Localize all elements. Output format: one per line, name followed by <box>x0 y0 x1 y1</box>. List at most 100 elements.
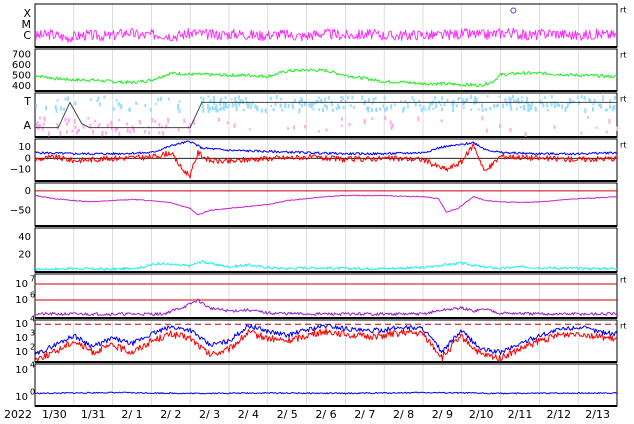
direction-dot <box>361 95 364 101</box>
direction-dot <box>177 103 180 109</box>
direction-dot <box>304 124 307 129</box>
direction-dot <box>98 102 101 107</box>
direction-dot <box>583 95 586 101</box>
direction-dot <box>74 125 77 129</box>
direction-dot <box>372 98 375 102</box>
direction-dot <box>440 107 443 111</box>
direction-dot <box>520 99 523 104</box>
direction-dot <box>91 129 94 135</box>
y-tick-label: 10 <box>15 333 28 344</box>
direction-dot <box>135 101 138 105</box>
direction-dot <box>340 124 343 127</box>
direction-dot <box>202 108 205 113</box>
direction-dot <box>326 104 329 110</box>
direction-dot <box>498 95 501 98</box>
direction-dot <box>406 102 409 105</box>
direction-dot <box>74 101 77 106</box>
x-tick-label: 2/ 6 <box>315 408 336 421</box>
direction-dot <box>287 127 290 130</box>
direction-dot <box>231 102 234 108</box>
direction-dot <box>509 102 512 107</box>
panel-proton_flux <box>34 273 618 319</box>
x-tick-label: 1/30 <box>42 408 67 421</box>
direction-dot <box>616 126 619 131</box>
direction-dot <box>230 98 233 101</box>
direction-dot <box>202 97 205 102</box>
direction-dot <box>101 131 104 137</box>
direction-dot <box>54 104 57 110</box>
imf-bt-line <box>34 140 618 156</box>
direction-dot <box>73 118 76 124</box>
direction-dot <box>608 118 611 124</box>
direction-dot <box>218 117 221 122</box>
panel-xray <box>34 3 618 48</box>
y-tick-label: 10 <box>15 319 28 330</box>
direction-dot <box>323 103 326 108</box>
y-tick-exponent: 6 <box>30 291 35 300</box>
direction-dot <box>56 123 59 127</box>
direction-dot <box>45 105 48 111</box>
direction-dot <box>614 95 617 100</box>
y-tick-label: −10 <box>10 165 31 176</box>
direction-dot <box>148 131 151 135</box>
direction-dot <box>89 98 92 101</box>
direction-dot <box>177 128 180 132</box>
direction-dot <box>154 119 157 123</box>
right-tag: rt <box>620 95 626 104</box>
direction-dot <box>238 95 241 100</box>
direction-dot <box>580 95 583 99</box>
direction-dot <box>78 128 81 133</box>
direction-dot <box>126 128 129 133</box>
direction-dot <box>370 107 373 113</box>
direction-dot <box>149 107 152 112</box>
direction-dot <box>300 97 303 102</box>
direction-dot <box>451 107 454 112</box>
y-tick-label: 10 <box>15 365 28 376</box>
direction-dot <box>59 130 62 135</box>
direction-dot <box>340 96 343 99</box>
proton-density-line <box>34 260 618 271</box>
direction-dot <box>269 96 272 101</box>
direction-dot <box>470 108 473 111</box>
direction-dot <box>224 96 227 100</box>
direction-dot <box>375 108 378 112</box>
direction-dot <box>390 104 393 110</box>
direction-dot <box>71 129 74 133</box>
direction-dot <box>127 108 130 111</box>
direction-dot <box>486 95 489 98</box>
direction-dot <box>328 95 331 100</box>
direction-dot <box>143 129 146 134</box>
direction-dot <box>233 123 236 128</box>
direction-dot <box>144 104 147 108</box>
direction-dot <box>331 108 334 112</box>
direction-dot <box>342 105 345 110</box>
direction-dot <box>567 102 570 107</box>
direction-dot <box>330 103 333 107</box>
direction-dot <box>251 101 254 106</box>
direction-dot <box>495 104 498 108</box>
direction-dot <box>129 129 132 134</box>
direction-dot <box>588 98 591 102</box>
direction-dot <box>539 99 542 105</box>
dst-line <box>34 194 618 216</box>
x-tick-label: 2/ 8 <box>393 408 414 421</box>
direction-dot <box>353 105 356 109</box>
direction-dot <box>348 122 351 126</box>
direction-dot <box>441 96 444 101</box>
direction-dot <box>613 105 616 110</box>
direction-dot <box>211 105 214 111</box>
direction-dot <box>385 106 388 111</box>
direction-dot <box>420 107 423 112</box>
direction-dot <box>434 96 437 100</box>
direction-dot <box>219 99 222 105</box>
y-tick-label: −50 <box>10 205 31 216</box>
direction-dot <box>374 96 377 100</box>
direction-dot <box>67 96 70 101</box>
direction-dot <box>383 116 386 121</box>
xray-flux-line <box>34 27 617 43</box>
direction-dot <box>224 102 227 108</box>
direction-dot <box>308 103 311 108</box>
direction-dot <box>457 97 460 101</box>
x-tick-label: 2/11 <box>508 408 533 421</box>
direction-dot <box>569 97 572 103</box>
